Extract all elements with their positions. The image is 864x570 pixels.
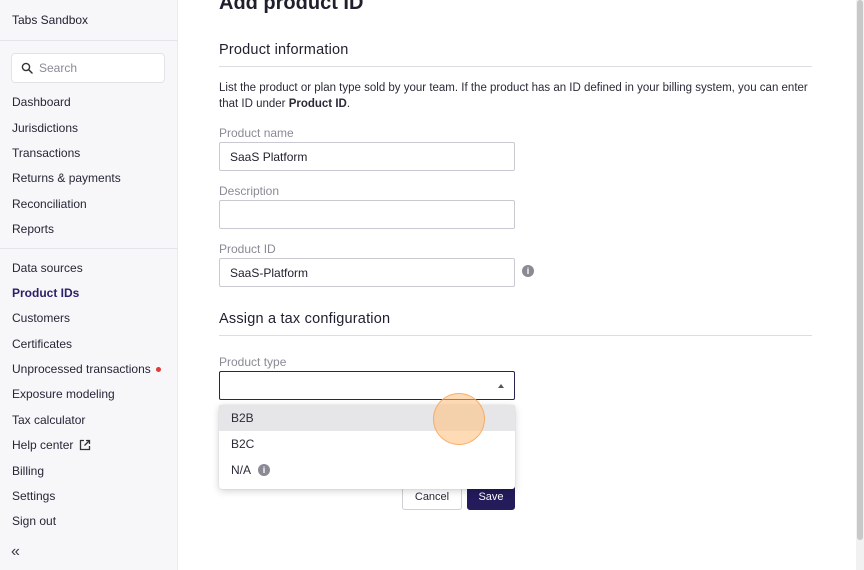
dropdown-option-b2c[interactable]: B2C — [219, 431, 515, 457]
description-suffix: . — [346, 98, 351, 110]
sidebar-item-reports[interactable]: Reports — [12, 222, 54, 236]
section-divider — [219, 335, 812, 336]
sidebar-item-data-sources[interactable]: Data sources — [12, 261, 83, 275]
dropdown-option-b2b[interactable]: B2B — [219, 405, 515, 431]
sidebar-item-billing[interactable]: Billing — [12, 464, 44, 478]
search-box[interactable] — [11, 53, 165, 83]
product-name-label: Product name — [219, 126, 294, 140]
description-input[interactable] — [219, 200, 515, 229]
sidebar-item-jurisdictions[interactable]: Jurisdictions — [12, 121, 78, 135]
product-id-label: Product ID — [219, 242, 276, 256]
section-title-tax-configuration: Assign a tax configuration — [219, 311, 391, 327]
sidebar-divider — [0, 248, 178, 249]
description-label: Description — [219, 184, 280, 198]
caret-up-icon — [498, 384, 504, 388]
search-input[interactable] — [39, 60, 159, 76]
description-bold: Product ID — [288, 98, 347, 110]
sidebar-item-settings[interactable]: Settings — [12, 489, 55, 503]
search-icon — [21, 62, 33, 74]
info-icon[interactable]: i — [258, 464, 271, 476]
sidebar-item-product-ids[interactable]: Product IDs — [12, 286, 79, 300]
sidebar-item-label: Unprocessed transactions — [12, 362, 151, 376]
sidebar-item-sign-out[interactable]: Sign out — [12, 514, 56, 528]
sidebar-item-tax-calculator[interactable]: Tax calculator — [12, 413, 85, 427]
scrollbar-thumb[interactable] — [857, 0, 863, 540]
page-scrollbar[interactable] — [856, 0, 864, 570]
alert-dot — [155, 366, 161, 372]
product-type-select[interactable] — [219, 371, 515, 400]
dropdown-option-label: N/A — [231, 463, 252, 477]
sidebar-item-help-center[interactable]: Help center — [12, 438, 91, 452]
sidebar-item-transactions[interactable]: Transactions — [12, 146, 80, 160]
product-id-input[interactable] — [219, 258, 515, 287]
org-name: Tabs Sandbox — [12, 13, 89, 27]
sidebar-item-reconciliation[interactable]: Reconciliation — [12, 197, 87, 211]
dropdown-option-label: B2C — [231, 437, 255, 451]
sidebar-item-returns-payments[interactable]: Returns & payments — [12, 171, 121, 185]
sidebar-item-label: Help center — [12, 438, 74, 452]
dropdown-option-na[interactable]: N/A i — [219, 457, 515, 483]
product-description-text: List the product or plan type sold by yo… — [219, 80, 819, 112]
sidebar-item-exposure-modeling[interactable]: Exposure modeling — [12, 387, 115, 401]
sidebar-item-certificates[interactable]: Certificates — [12, 337, 72, 351]
sidebar-item-unprocessed-transactions[interactable]: Unprocessed transactions — [12, 362, 161, 376]
external-link-icon — [80, 439, 91, 451]
sidebar: Tabs Sandbox Dashboard Jurisdictions Tra… — [0, 0, 178, 570]
product-name-input[interactable] — [219, 142, 515, 171]
dropdown-option-label: B2B — [231, 411, 254, 425]
product-type-label: Product type — [219, 355, 287, 369]
section-divider — [219, 66, 812, 67]
sidebar-item-customers[interactable]: Customers — [12, 311, 70, 325]
section-title-product-information: Product information — [219, 42, 349, 58]
sidebar-item-dashboard[interactable]: Dashboard — [12, 95, 71, 109]
main-content: Add product ID Product information List … — [178, 0, 864, 570]
product-type-dropdown: B2B B2C N/A i — [219, 405, 515, 489]
double-chevron-left-icon[interactable]: « — [11, 542, 20, 562]
page-title: Add product ID — [219, 0, 364, 14]
info-icon[interactable]: i — [522, 265, 534, 277]
sidebar-divider — [0, 40, 178, 41]
